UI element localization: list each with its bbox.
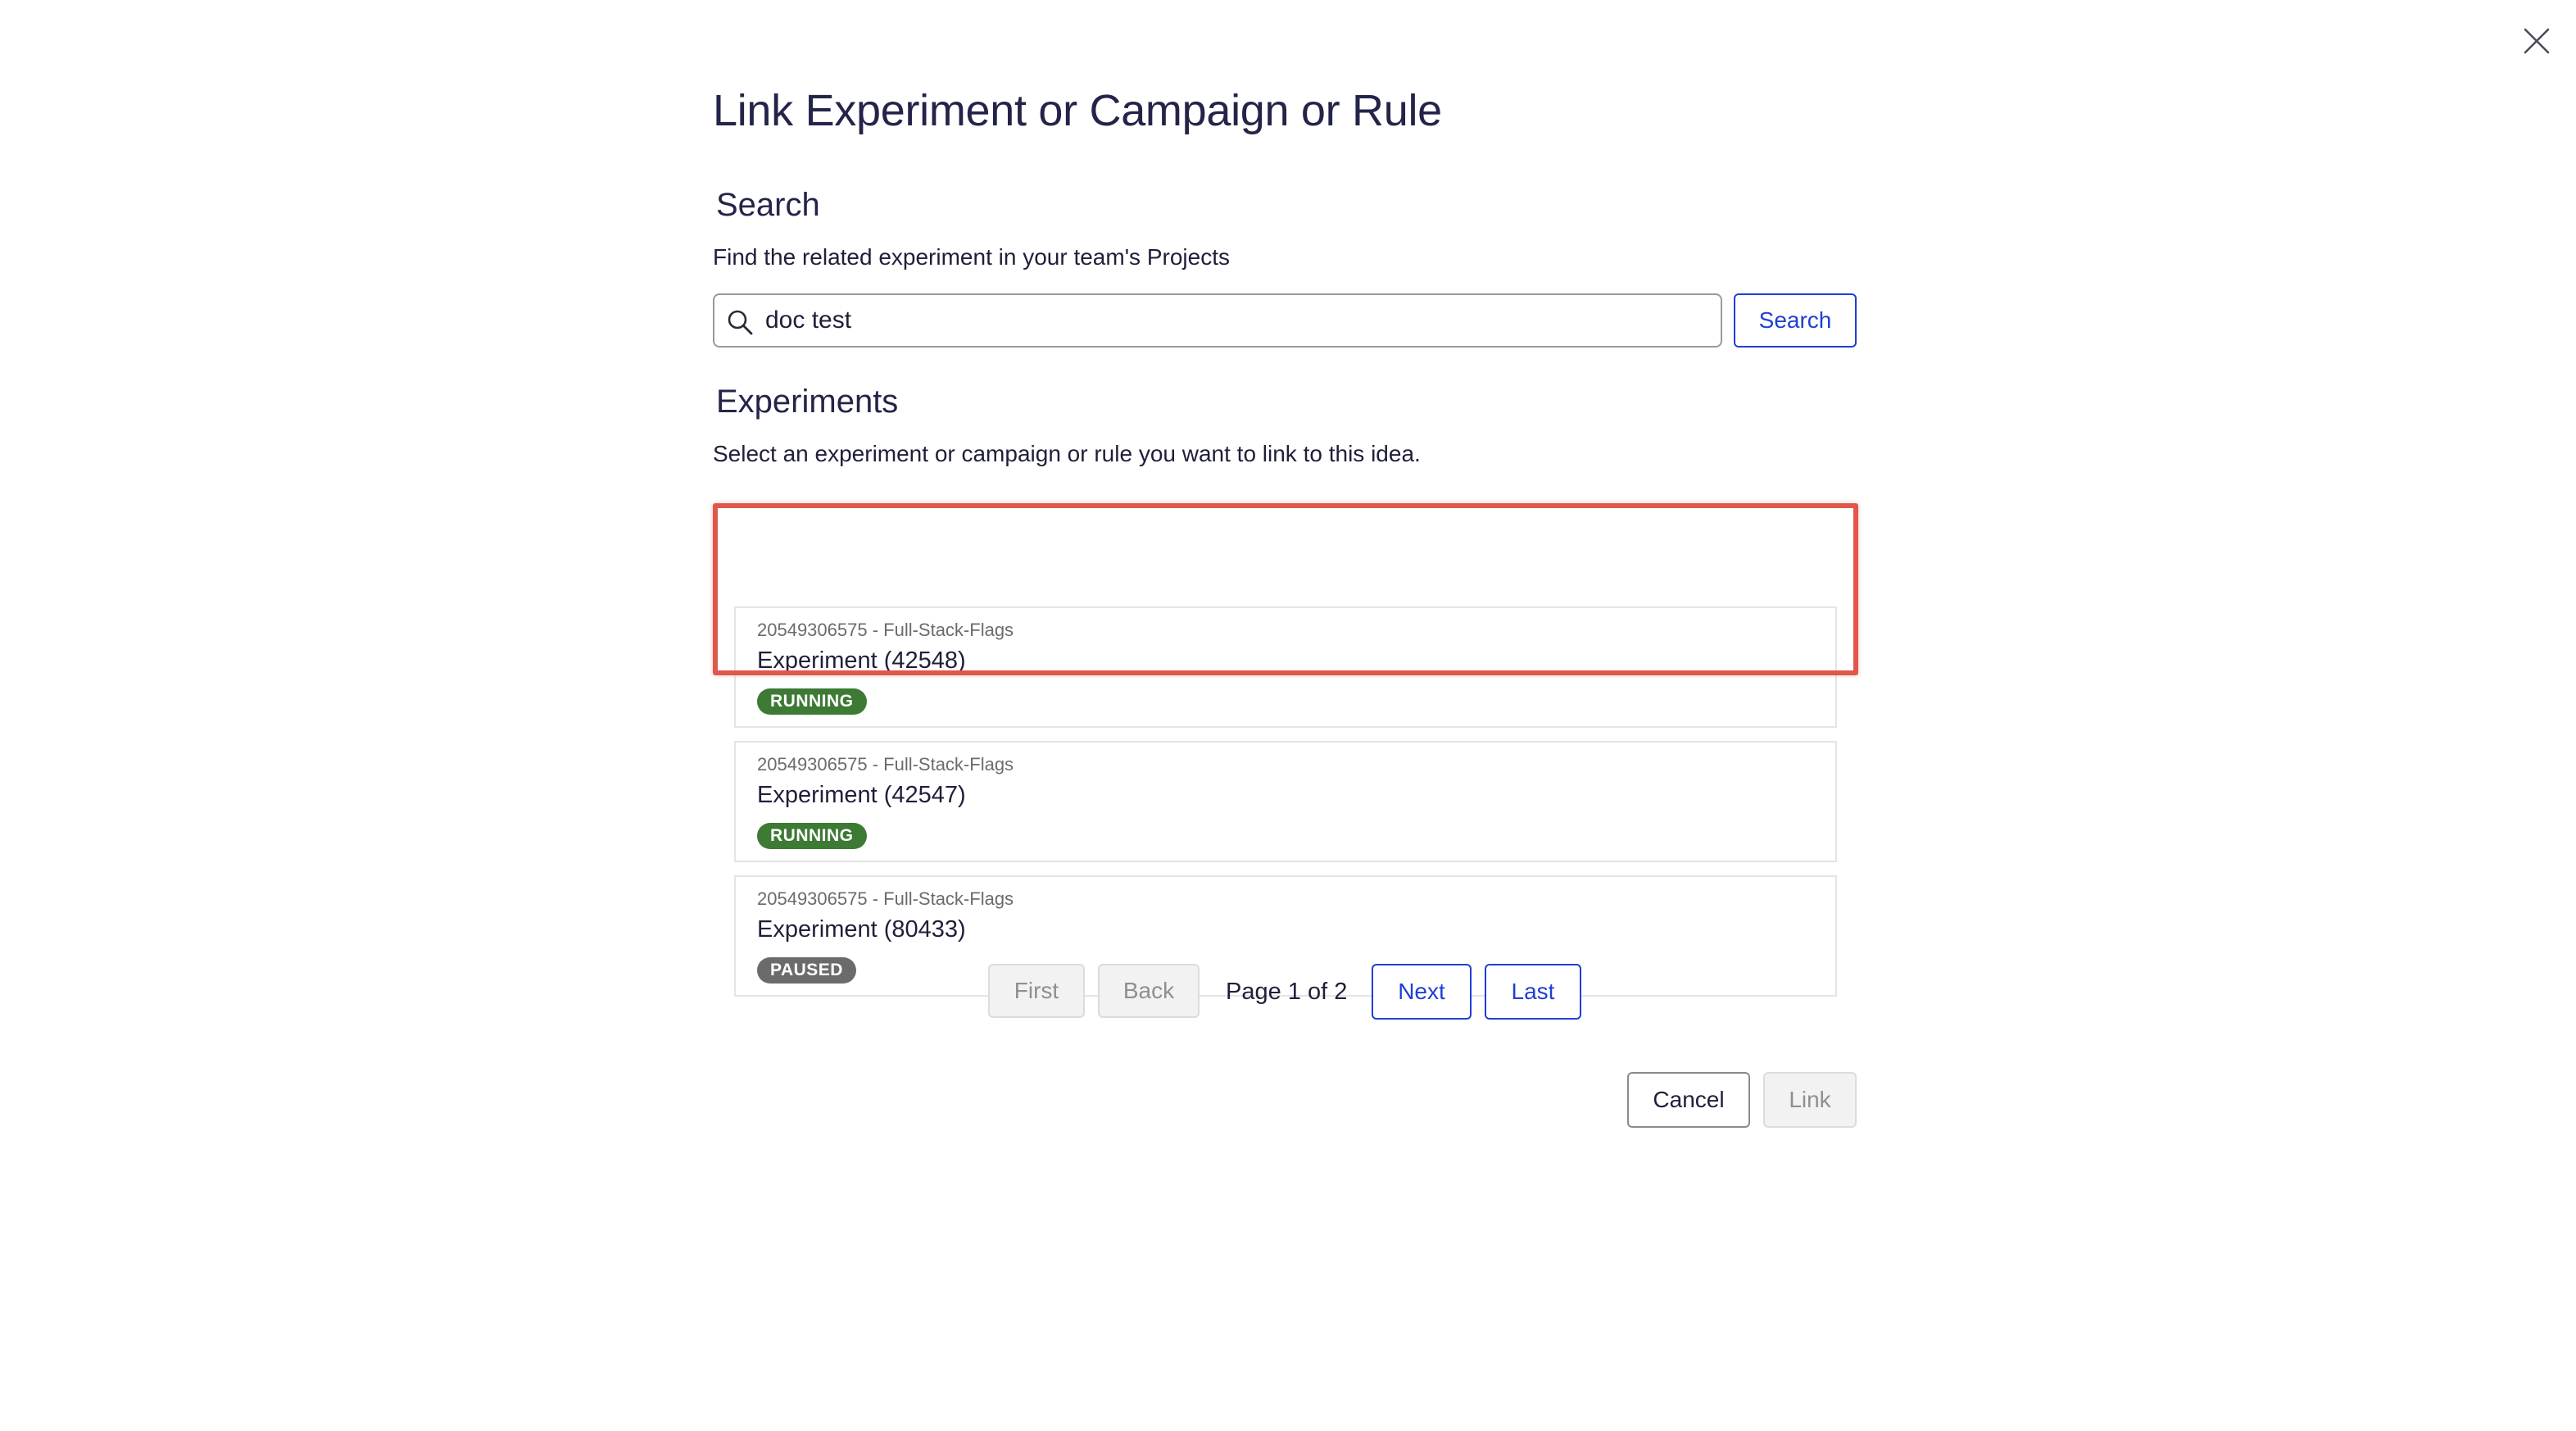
search-field[interactable]	[713, 293, 1722, 348]
next-page-button[interactable]: Next	[1372, 964, 1472, 1020]
experiments-heading: Experiments	[716, 384, 899, 420]
page: Link Experiment or Campaign or Rule Sear…	[0, 0, 2576, 1431]
experiment-card[interactable]: 20549306575 - Full-Stack-Flags Experimen…	[734, 606, 1837, 728]
status-badge: RUNNING	[757, 823, 867, 849]
search-input[interactable]	[765, 295, 1708, 346]
experiment-name: Experiment (42548)	[757, 647, 966, 674]
experiments-description: Select an experiment or campaign or rule…	[713, 441, 1421, 466]
experiment-project: 20549306575 - Full-Stack-Flags	[757, 620, 1014, 640]
search-heading: Search	[716, 187, 820, 223]
experiment-name: Experiment (80433)	[757, 916, 966, 943]
cancel-button[interactable]: Cancel	[1627, 1072, 1750, 1128]
experiment-name: Experiment (42547)	[757, 782, 966, 808]
first-page-button[interactable]: First	[988, 964, 1085, 1018]
search-icon	[726, 308, 754, 336]
last-page-button[interactable]: Last	[1485, 964, 1581, 1020]
back-page-button[interactable]: Back	[1098, 964, 1200, 1018]
dialog-title: Link Experiment or Campaign or Rule	[713, 86, 1442, 135]
search-description: Find the related experiment in your team…	[713, 244, 1230, 270]
status-badge: RUNNING	[757, 688, 867, 715]
close-icon	[2524, 28, 2550, 54]
search-button[interactable]: Search	[1734, 293, 1857, 348]
close-button[interactable]	[2520, 25, 2553, 57]
link-button[interactable]: Link	[1763, 1072, 1857, 1128]
status-badge: PAUSED	[757, 957, 856, 984]
experiment-project: 20549306575 - Full-Stack-Flags	[757, 754, 1014, 775]
experiment-project: 20549306575 - Full-Stack-Flags	[757, 888, 1014, 909]
page-indicator: Page 1 of 2	[1226, 979, 1348, 1005]
experiment-card[interactable]: 20549306575 - Full-Stack-Flags Experimen…	[734, 741, 1837, 862]
